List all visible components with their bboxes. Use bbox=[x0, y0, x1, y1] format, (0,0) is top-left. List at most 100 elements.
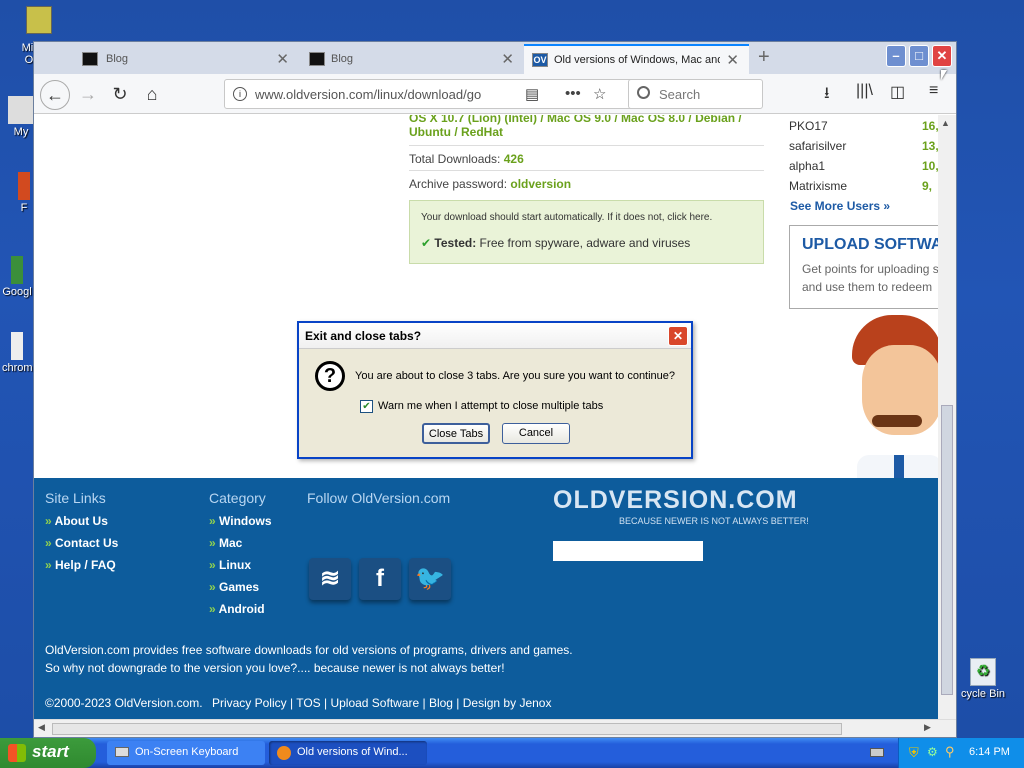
taskbar-item-label: On-Screen Keyboard bbox=[135, 746, 239, 758]
scroll-left-icon[interactable]: ◀ bbox=[38, 722, 45, 733]
desktop-icon[interactable]: chrom bbox=[2, 332, 33, 374]
tab-title: Old versions of Windows, Mac and bbox=[554, 54, 720, 66]
tab-title: Blog bbox=[106, 53, 129, 65]
footer-description-2: So why not downgrade to the version you … bbox=[45, 661, 505, 675]
home-icon[interactable]: ⌂ bbox=[138, 80, 166, 108]
category-games-link[interactable]: Games bbox=[209, 580, 272, 594]
blog-favicon-icon bbox=[82, 52, 98, 66]
close-icon[interactable]: ✕ bbox=[501, 50, 514, 68]
question-icon: ? bbox=[315, 361, 345, 391]
site-links-column: Site Links About Us Contact Us Help / FA… bbox=[45, 490, 118, 580]
taskbar-item-label: Old versions of Wind... bbox=[297, 746, 408, 758]
url-text[interactable]: www.oldversion.com/linux/download/go bbox=[255, 87, 490, 102]
upload-software-box[interactable]: UPLOAD SOFTWA Get points for uploading s… bbox=[789, 225, 938, 309]
warn-checkbox[interactable]: ✔ bbox=[360, 400, 373, 413]
warn-checkbox-label[interactable]: Warn me when I attempt to close multiple… bbox=[378, 400, 603, 412]
tab-blog-1[interactable]: Blog ✕ bbox=[34, 44, 299, 74]
scroll-right-icon[interactable]: ▶ bbox=[924, 722, 931, 733]
library-icon[interactable]: |||\ bbox=[856, 82, 873, 100]
user-name[interactable]: safarisilver bbox=[789, 139, 846, 153]
list-item[interactable]: safarisilver 13, bbox=[789, 139, 938, 159]
category-android-link[interactable]: Android bbox=[209, 602, 272, 616]
tab-blog-2[interactable]: Blog ✕ bbox=[299, 44, 524, 74]
recycle-bin-icon[interactable]: ♻ cycle Bin bbox=[958, 658, 1008, 700]
see-more-users-link[interactable]: See More Users » bbox=[790, 199, 938, 213]
tab-oldversion[interactable]: OV Old versions of Windows, Mac and ✕ bbox=[524, 44, 749, 74]
footer-links[interactable]: Privacy Policy | TOS | Upload Software |… bbox=[212, 696, 552, 710]
maximize-button[interactable]: □ bbox=[909, 45, 929, 67]
facebook-icon[interactable]: f bbox=[359, 558, 401, 600]
category-title: Category bbox=[209, 490, 266, 506]
taskbar-item-browser[interactable]: Old versions of Wind... bbox=[269, 741, 427, 765]
vertical-scroll-thumb[interactable] bbox=[941, 405, 953, 695]
archive-password-label: Archive password: bbox=[409, 177, 508, 191]
tab-strip: Blog ✕ Blog ✕ OV Old versions of Windows… bbox=[34, 42, 956, 74]
taskbar-item-onscreen-keyboard[interactable]: On-Screen Keyboard bbox=[107, 741, 265, 765]
scroll-up-icon[interactable]: ▲ bbox=[941, 118, 950, 128]
site-links-title: Site Links bbox=[45, 490, 106, 506]
search-input[interactable]: Search bbox=[628, 79, 763, 109]
user-name[interactable]: Matrixisme bbox=[789, 179, 847, 193]
start-button[interactable]: start bbox=[0, 738, 96, 768]
downloads-icon[interactable]: ⭳ bbox=[824, 82, 830, 109]
vertical-scrollbar[interactable]: ▲ bbox=[938, 115, 956, 719]
forward-arrow-icon[interactable]: → bbox=[74, 80, 102, 108]
oldversion-favicon-icon: OV bbox=[532, 53, 548, 67]
horizontal-scrollbar[interactable]: ◀ ▶ bbox=[34, 719, 956, 737]
keyboard-tray-icon[interactable] bbox=[870, 748, 884, 757]
category-mac-link[interactable]: Mac bbox=[209, 536, 272, 550]
keyboard-icon bbox=[115, 747, 129, 757]
desktop-icon-label: F bbox=[20, 202, 28, 214]
sidebar-icon[interactable]: ◫ bbox=[890, 82, 905, 102]
info-icon[interactable]: i bbox=[233, 87, 247, 101]
site-footer: Site Links About Us Contact Us Help / FA… bbox=[34, 478, 938, 719]
page-actions-icon[interactable]: ••• bbox=[565, 85, 581, 102]
twitter-icon[interactable]: 🐦 bbox=[409, 558, 451, 600]
minimize-button[interactable]: – bbox=[886, 45, 906, 67]
desktop-icon[interactable]: My bbox=[6, 96, 36, 138]
follow-title: Follow OldVersion.com bbox=[307, 490, 451, 506]
close-icon[interactable]: ✕ bbox=[276, 50, 289, 68]
firefox-icon bbox=[277, 746, 291, 760]
search-tray-icon[interactable]: ⚲ bbox=[945, 744, 955, 760]
footer-bottom-row: ©2000-2023 OldVersion.com. Privacy Polic… bbox=[45, 696, 551, 710]
security-shield-icon[interactable]: ⛨ bbox=[909, 745, 919, 761]
new-tab-plus-icon[interactable]: + bbox=[758, 46, 770, 69]
list-item[interactable]: alpha1 10, bbox=[789, 159, 938, 179]
category-windows-link[interactable]: Windows bbox=[209, 514, 272, 528]
list-item[interactable]: Matrixisme 9, bbox=[789, 179, 938, 199]
category-linux-link[interactable]: Linux bbox=[209, 558, 272, 572]
cancel-button[interactable]: Cancel bbox=[502, 423, 570, 444]
dialog-close-icon[interactable]: ✕ bbox=[668, 326, 688, 346]
help-faq-link[interactable]: Help / FAQ bbox=[45, 558, 118, 572]
window-close-button[interactable]: ✕ bbox=[932, 45, 952, 67]
user-name[interactable]: alpha1 bbox=[789, 159, 825, 173]
contact-us-link[interactable]: Contact Us bbox=[45, 536, 118, 550]
back-arrow-icon[interactable]: ← bbox=[40, 80, 70, 110]
user-name[interactable]: PKO17 bbox=[789, 119, 828, 133]
reader-view-icon[interactable]: ▤ bbox=[525, 85, 539, 103]
close-tabs-button[interactable]: Close Tabs bbox=[422, 423, 490, 444]
desktop-icon[interactable]: F bbox=[14, 172, 34, 214]
archive-password-row: Archive password: oldversion bbox=[409, 170, 764, 196]
oldversion-tagline: BECAUSE NEWER IS NOT ALWAYS BETTER! bbox=[619, 516, 809, 526]
horizontal-scroll-thumb[interactable] bbox=[52, 723, 842, 735]
reload-icon[interactable]: ↻ bbox=[106, 80, 134, 108]
upload-text: Get points for uploading s and use them … bbox=[802, 262, 938, 294]
shield-check-icon: ✔ bbox=[421, 236, 432, 250]
close-icon[interactable]: ✕ bbox=[726, 51, 739, 69]
menu-icon[interactable]: ≡ bbox=[929, 82, 938, 100]
mouse-cursor-icon bbox=[941, 70, 947, 80]
category-column: Category Windows Mac Linux Games Android bbox=[209, 490, 272, 624]
newsletter-input[interactable] bbox=[553, 541, 703, 561]
desktop-icon[interactable]: Googl bbox=[0, 256, 34, 298]
top-users-list: PKO17 16, safarisilver 13, alpha1 10, Matri… bbox=[789, 119, 938, 213]
rss-icon[interactable]: ≋ bbox=[309, 558, 351, 600]
url-bar[interactable]: i www.oldversion.com/linux/download/go ▤… bbox=[224, 79, 649, 109]
network-icon[interactable]: ⚙ bbox=[927, 745, 938, 759]
taskbar: start On-Screen Keyboard Old versions of… bbox=[0, 738, 1024, 768]
bookmark-star-icon[interactable]: ☆ bbox=[593, 85, 606, 103]
about-us-link[interactable]: About Us bbox=[45, 514, 118, 528]
list-item[interactable]: PKO17 16, bbox=[789, 119, 938, 139]
download-notice-text[interactable]: Your download should start automatically… bbox=[421, 212, 712, 223]
